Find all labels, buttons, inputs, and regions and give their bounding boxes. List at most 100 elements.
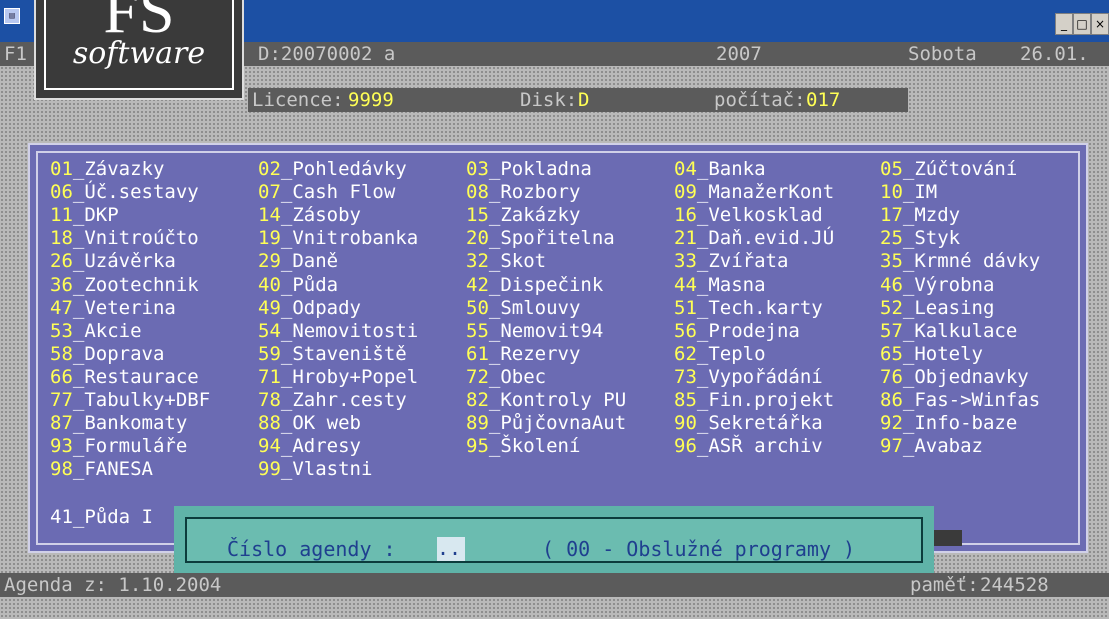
menu-item-53[interactable]: 53_Akcie [50, 320, 142, 343]
menu-item-14[interactable]: 14_Zásoby [258, 204, 361, 227]
agenda-number-input[interactable]: .. [437, 537, 465, 561]
menu-item-42[interactable]: 42_Dispečink [466, 274, 603, 297]
menu-item-26[interactable]: 26_Uzávěrka [50, 250, 176, 273]
menu-item-06[interactable]: 06_Úč.sestavy [50, 181, 199, 204]
menu-item-65[interactable]: 65_Hotely [880, 343, 983, 366]
menu-item-54[interactable]: 54_Nemovitosti [258, 320, 418, 343]
menu-item-97[interactable]: 97_Avabaz [880, 435, 983, 458]
menu-item-02[interactable]: 02_Pohledávky [258, 158, 407, 181]
menu-item-85[interactable]: 85_Fin.projekt [674, 389, 834, 412]
menu-item-82[interactable]: 82_Kontroly PU [466, 389, 626, 412]
menu-item-95[interactable]: 95_Školení [466, 435, 580, 458]
menu-item-number: 59 [258, 342, 281, 365]
menu-item-17[interactable]: 17_Mzdy [880, 204, 960, 227]
menu-item-44[interactable]: 44_Masna [674, 274, 766, 297]
minimize-button[interactable]: _ [1055, 13, 1073, 35]
menu-item-40[interactable]: 40_Půda [258, 274, 338, 297]
menu-item-99[interactable]: 99_Vlastni [258, 458, 372, 481]
menu-item-58[interactable]: 58_Doprava [50, 343, 164, 366]
menu-item-49[interactable]: 49_Odpady [258, 297, 361, 320]
menu-item-86[interactable]: 86_Fas->Winfas [880, 389, 1040, 412]
menu-item-07[interactable]: 07_Cash Flow [258, 181, 395, 204]
menu-item-number: 26 [50, 250, 73, 273]
menu-item-number: 93 [50, 435, 73, 458]
menu-item-46[interactable]: 46_Výrobna [880, 274, 994, 297]
menu-item-56[interactable]: 56_Prodejna [674, 320, 800, 343]
menu-item-label: _Nemovitosti [280, 319, 419, 342]
menu-item-61[interactable]: 61_Rezervy [466, 343, 580, 366]
app-icon[interactable]: ▤ [4, 8, 20, 24]
menu-item-52[interactable]: 52_Leasing [880, 297, 994, 320]
menu-item-59[interactable]: 59_Staveniště [258, 343, 407, 366]
menu-item-47[interactable]: 47_Veterina [50, 297, 176, 320]
menu-item-76[interactable]: 76_Objednavky [880, 366, 1029, 389]
menu-item-18[interactable]: 18_Vnitroúčto [50, 227, 199, 250]
menu-item-label: _Velkosklad [696, 204, 823, 227]
pc-label: počítač: [714, 89, 806, 111]
menu-item-62[interactable]: 62_Teplo [674, 343, 766, 366]
menu-item-number: 94 [258, 435, 281, 458]
menu-item-89[interactable]: 89_PůjčovnaAut [466, 412, 626, 435]
menu-item-73[interactable]: 73_Vypořádání [674, 366, 823, 389]
menu-item-16[interactable]: 16_Velkosklad [674, 204, 823, 227]
menu-item-50[interactable]: 50_Smlouvy [466, 297, 580, 320]
menu-item-extra[interactable]: 41_Půda I [50, 505, 153, 529]
restore-button[interactable]: □ [1073, 13, 1091, 35]
menu-item-15[interactable]: 15_Zakázky [466, 204, 580, 227]
menu-item-05[interactable]: 05_Zúčtování [880, 158, 1017, 181]
menu-item-20[interactable]: 20_Spořitelna [466, 227, 615, 250]
menu-item-03[interactable]: 03_Pokladna [466, 158, 592, 181]
info-row: Licence: 9999 Disk: D počítač: 017 [248, 88, 908, 112]
menu-item-35[interactable]: 35_Krmné dávky [880, 250, 1040, 273]
menu-item-96[interactable]: 96_ASŘ archiv [674, 435, 823, 458]
menu-item-08[interactable]: 08_Rozbory [466, 181, 580, 204]
menu-item-number: 16 [674, 204, 697, 227]
menu-item-72[interactable]: 72_Obec [466, 366, 546, 389]
menu-item-57[interactable]: 57_Kalkulace [880, 320, 1017, 343]
menu-item-66[interactable]: 66_Restaurace [50, 366, 199, 389]
menu-item-number: 47 [50, 296, 73, 319]
menu-item-93[interactable]: 93_Formuláře [50, 435, 187, 458]
menu-item-number: 32 [466, 250, 489, 273]
menu-item-label: _Uzávěrka [72, 250, 176, 273]
menu-item-label: _Sekretářka [696, 412, 823, 435]
menu-item-98[interactable]: 98_FANESA [50, 458, 153, 481]
menu-item-33[interactable]: 33_Zvířata [674, 250, 788, 273]
menu-item-number: 77 [50, 389, 73, 411]
menu-item-71[interactable]: 71_Hroby+Popel [258, 366, 418, 389]
menu-item-25[interactable]: 25_Styk [880, 227, 960, 250]
menu-item-label: _Odpady [280, 296, 361, 319]
menu-item-78[interactable]: 78_Zahr.cesty [258, 389, 407, 412]
menu-item-51[interactable]: 51_Tech.karty [674, 297, 823, 320]
menu-item-01[interactable]: 01_Závazky [50, 158, 164, 181]
menu-item-36[interactable]: 36_Zootechnik [50, 274, 199, 297]
menu-item-88[interactable]: 88_OK web [258, 412, 361, 435]
menu-item-number: 85 [674, 389, 697, 411]
menu-item-number: 11 [50, 204, 73, 227]
menu-item-19[interactable]: 19_Vnitrobanka [258, 227, 418, 250]
menu-item-55[interactable]: 55_Nemovit94 [466, 320, 603, 343]
menu-item-number: 92 [880, 412, 903, 435]
menu-item-10[interactable]: 10_IM [880, 181, 937, 204]
menu-item-32[interactable]: 32_Skot [466, 250, 546, 273]
menu-item-number: 07 [258, 181, 281, 204]
menu-item-label: _Kontroly PU [488, 389, 627, 411]
menu-item-94[interactable]: 94_Adresy [258, 435, 361, 458]
header-id: D:20070002 a [258, 43, 396, 65]
close-button[interactable]: × [1091, 13, 1109, 35]
menu-item-11[interactable]: 11_DKP [50, 204, 119, 227]
menu-item-number: 90 [674, 412, 697, 435]
menu-item-77[interactable]: 77_Tabulky+DBF [50, 389, 210, 412]
menu-item-90[interactable]: 90_Sekretářka [674, 412, 823, 435]
menu-item-87[interactable]: 87_Bankomaty [50, 412, 187, 435]
menu-item-number: 56 [674, 319, 697, 342]
menu-item-21[interactable]: 21_Daň.evid.JÚ [674, 227, 834, 250]
menu-item-number: 05 [880, 158, 903, 180]
company-logo: FS software [34, 0, 244, 100]
menu-item-label: _Akcie [72, 319, 142, 342]
menu-item-09[interactable]: 09_ManažerKont [674, 181, 834, 204]
menu-item-29[interactable]: 29_Daně [258, 250, 338, 273]
menu-item-92[interactable]: 92_Info-baze [880, 412, 1017, 435]
menu-item-04[interactable]: 04_Banka [674, 158, 766, 181]
application-window: ▤ _ □ × F1 D:20070002 a 2007 Sobota 26.0… [0, 0, 1109, 619]
